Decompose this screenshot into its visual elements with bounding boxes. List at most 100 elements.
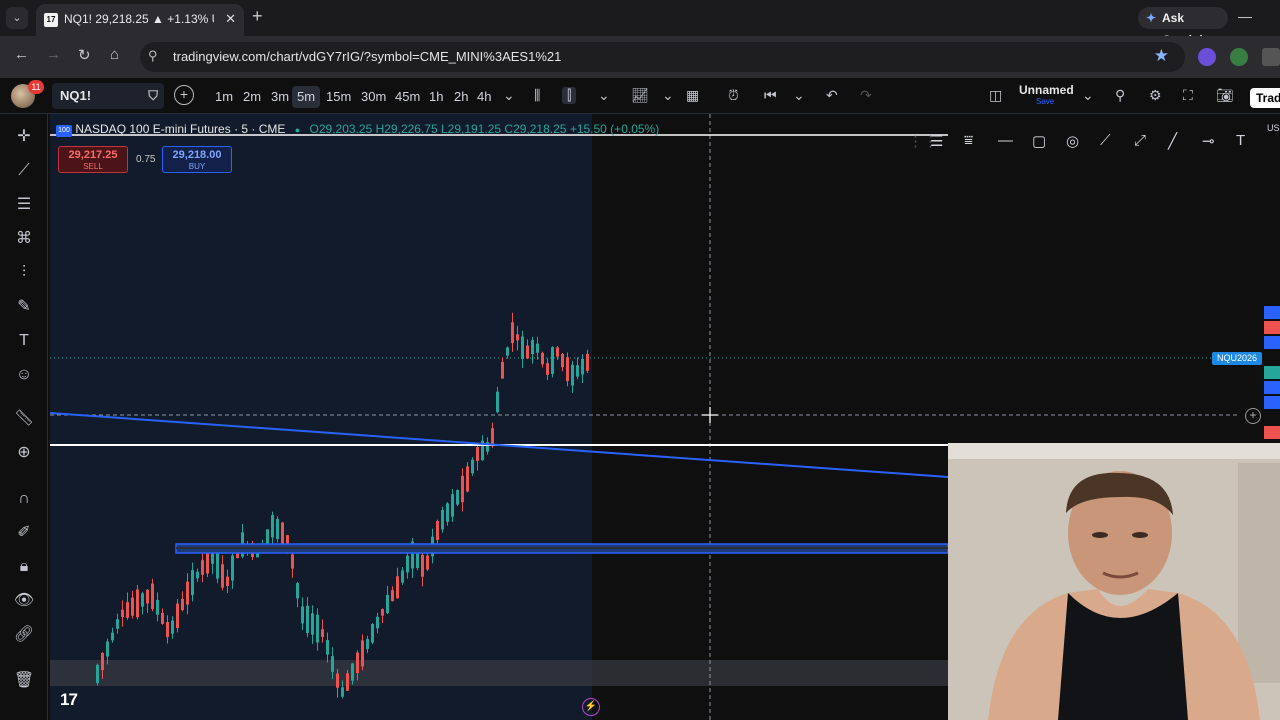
instrument-name[interactable]: NASDAQ 100 E-mini Futures · 5 · CME bbox=[75, 122, 285, 136]
candle-body bbox=[566, 357, 569, 382]
alert-icon[interactable]: ⏰︎ bbox=[728, 87, 739, 104]
crosshair-icon[interactable]: ✛ bbox=[12, 126, 36, 148]
forecast-tool-icon[interactable]: ⫶ bbox=[12, 262, 36, 284]
interval-45m[interactable]: 45m bbox=[390, 86, 425, 108]
left-eye bbox=[1092, 532, 1108, 538]
indicators-icon[interactable]: 📈︎ bbox=[631, 87, 649, 104]
chevron-down-icon[interactable]: ⌄ bbox=[503, 87, 515, 104]
interval-2m[interactable]: 2m bbox=[238, 86, 266, 108]
replay-icon[interactable]: ⏮ bbox=[764, 87, 777, 104]
symbol-search[interactable]: NQ1! ⛉ bbox=[52, 83, 164, 109]
puzzle-icon[interactable] bbox=[1262, 48, 1280, 66]
path-tool-icon[interactable]: ⤢ bbox=[1134, 132, 1146, 149]
trash-icon[interactable]: 🗑︎ bbox=[12, 670, 36, 692]
extension-icon[interactable] bbox=[1198, 48, 1216, 66]
buy-button[interactable]: 29,218.00 BUY bbox=[162, 146, 232, 173]
candle-body bbox=[136, 589, 139, 618]
candle-body bbox=[341, 687, 344, 697]
crosshair-cursor bbox=[702, 407, 718, 423]
fib-tool-icon[interactable]: ☰ bbox=[12, 194, 36, 216]
undo-icon[interactable]: ↶ bbox=[826, 87, 838, 104]
eye-icon[interactable]: 👁︎ bbox=[12, 590, 36, 612]
axis-price-tag bbox=[1264, 336, 1280, 349]
candle-body bbox=[516, 334, 519, 341]
ohlc-change: +15.50 (+0.05%) bbox=[569, 122, 660, 136]
extension-icon[interactable] bbox=[1230, 48, 1248, 66]
magnet-icon[interactable]: ∩ bbox=[12, 488, 36, 510]
chevron-down-icon[interactable]: ⌄ bbox=[598, 87, 610, 104]
chevron-down-icon[interactable]: ⌄ bbox=[793, 87, 805, 104]
back-arrow-icon[interactable]: ← bbox=[14, 46, 29, 63]
sell-button[interactable]: 29,217.25 SELL bbox=[58, 146, 128, 173]
url-text[interactable]: tradingview.com/chart/vdGY7rIG/?symbol=C… bbox=[173, 49, 561, 64]
multi-line-tool-icon[interactable]: ☰ bbox=[930, 132, 943, 150]
line-tool-icon[interactable]: ╱ bbox=[1168, 132, 1177, 150]
bookmark-star-icon[interactable]: ★ bbox=[1154, 46, 1169, 66]
layout-panel-icon[interactable]: ◫ bbox=[989, 87, 1002, 104]
link-icon[interactable]: 🔗︎ bbox=[12, 624, 36, 646]
session-highlight bbox=[50, 114, 592, 720]
candle-body bbox=[166, 622, 169, 638]
brush-tool-icon[interactable]: ✎ bbox=[12, 296, 36, 318]
omnibox[interactable]: ⚲ tradingview.com/chart/vdGY7rIG/?symbol… bbox=[140, 42, 1185, 72]
settings-gear-icon[interactable]: ⚙ bbox=[1149, 87, 1162, 104]
parallel-channel-icon[interactable]: ⩸ bbox=[964, 132, 973, 149]
flash-icon[interactable]: ⚡ bbox=[582, 698, 600, 716]
close-icon[interactable]: ✕ bbox=[225, 11, 236, 27]
new-tab-button[interactable]: + bbox=[252, 6, 263, 27]
fullscreen-icon[interactable]: ⛶ bbox=[1183, 87, 1193, 104]
candle-body bbox=[386, 594, 389, 614]
add-symbol-button[interactable]: + bbox=[174, 85, 194, 105]
interval-1h[interactable]: 1h bbox=[424, 86, 448, 108]
axis-price-tag bbox=[1264, 381, 1280, 394]
chevron-down-icon[interactable]: ⌄ bbox=[662, 87, 674, 104]
browser-tab[interactable]: 17 NQ1! 29,218.25 ▲ +1.13% Unn ✕ bbox=[36, 4, 244, 36]
horizontal-ray-icon[interactable]: ⊸ bbox=[1202, 132, 1215, 150]
interval-30m[interactable]: 30m bbox=[356, 86, 391, 108]
lock-drawing-icon[interactable]: ✐ bbox=[12, 522, 36, 544]
site-info-icon[interactable]: ⚲ bbox=[148, 48, 158, 64]
redo-icon[interactable]: ↷ bbox=[860, 87, 872, 104]
reload-icon[interactable]: ↻ bbox=[78, 46, 91, 64]
interval-2h[interactable]: 2h bbox=[449, 86, 473, 108]
zoom-in-icon[interactable]: ⊕ bbox=[12, 442, 36, 464]
avatar[interactable]: 11 bbox=[11, 80, 44, 108]
templates-grid-icon[interactable]: ▦ bbox=[686, 87, 699, 104]
trendline-tool-icon[interactable]: ⟋ bbox=[12, 160, 36, 182]
candles-icon[interactable]: ⫿ bbox=[562, 87, 577, 104]
rectangle-tool-icon[interactable]: ▢ bbox=[1032, 132, 1046, 150]
ray-tool-icon[interactable]: ⟋ bbox=[1100, 132, 1111, 149]
lock-icon[interactable]: 🔒︎ bbox=[12, 556, 36, 578]
text-tool-icon[interactable]: T bbox=[1236, 132, 1245, 149]
pattern-tool-icon[interactable]: ⌘ bbox=[12, 228, 36, 250]
home-icon[interactable]: ⌂ bbox=[110, 46, 119, 63]
emoji-tool-icon[interactable]: ☺ bbox=[12, 364, 36, 386]
quick-search-icon[interactable]: ⚲ bbox=[1115, 87, 1125, 104]
add-alert-icon[interactable]: + bbox=[1245, 408, 1261, 424]
layout-name[interactable]: Unnamed bbox=[1019, 83, 1074, 97]
candle-body bbox=[471, 459, 474, 474]
circle-tool-icon[interactable]: ◎ bbox=[1066, 132, 1079, 150]
ruler-icon[interactable]: 📏︎ bbox=[12, 408, 36, 430]
text-tool-icon[interactable]: T bbox=[12, 330, 36, 352]
minimize-icon[interactable]: — bbox=[1238, 8, 1252, 24]
chevron-down-icon[interactable]: ⌄ bbox=[1082, 87, 1094, 104]
chevron-down-icon[interactable]: ⌄ bbox=[6, 7, 28, 29]
interval-5m[interactable]: 5m bbox=[292, 86, 321, 108]
interval-3m[interactable]: 3m bbox=[266, 86, 294, 108]
bar-chart-type-icon[interactable]: ⫼ bbox=[534, 87, 540, 104]
interval-15m[interactable]: 15m bbox=[321, 86, 356, 108]
gemini-icon: ✦ bbox=[1146, 11, 1157, 25]
interval-4h[interactable]: 4h bbox=[472, 86, 496, 108]
trade-button[interactable]: Trad bbox=[1250, 88, 1280, 108]
ask-gemini-button[interactable]: ✦ Ask Gemini bbox=[1138, 7, 1228, 47]
compare-shield-icon[interactable]: ⛉ bbox=[148, 83, 158, 109]
candle-body bbox=[576, 365, 579, 377]
candle-body bbox=[311, 613, 314, 635]
candle-body bbox=[441, 510, 444, 530]
horizontal-line-icon[interactable]: — bbox=[998, 132, 1013, 149]
interval-1m[interactable]: 1m bbox=[210, 86, 238, 108]
chart-legend[interactable]: 100 NASDAQ 100 E-mini Futures · 5 · CME … bbox=[56, 122, 659, 137]
camera-snapshot-icon[interactable]: 📷︎ bbox=[1216, 87, 1234, 104]
forward-arrow-icon[interactable]: → bbox=[46, 46, 61, 63]
